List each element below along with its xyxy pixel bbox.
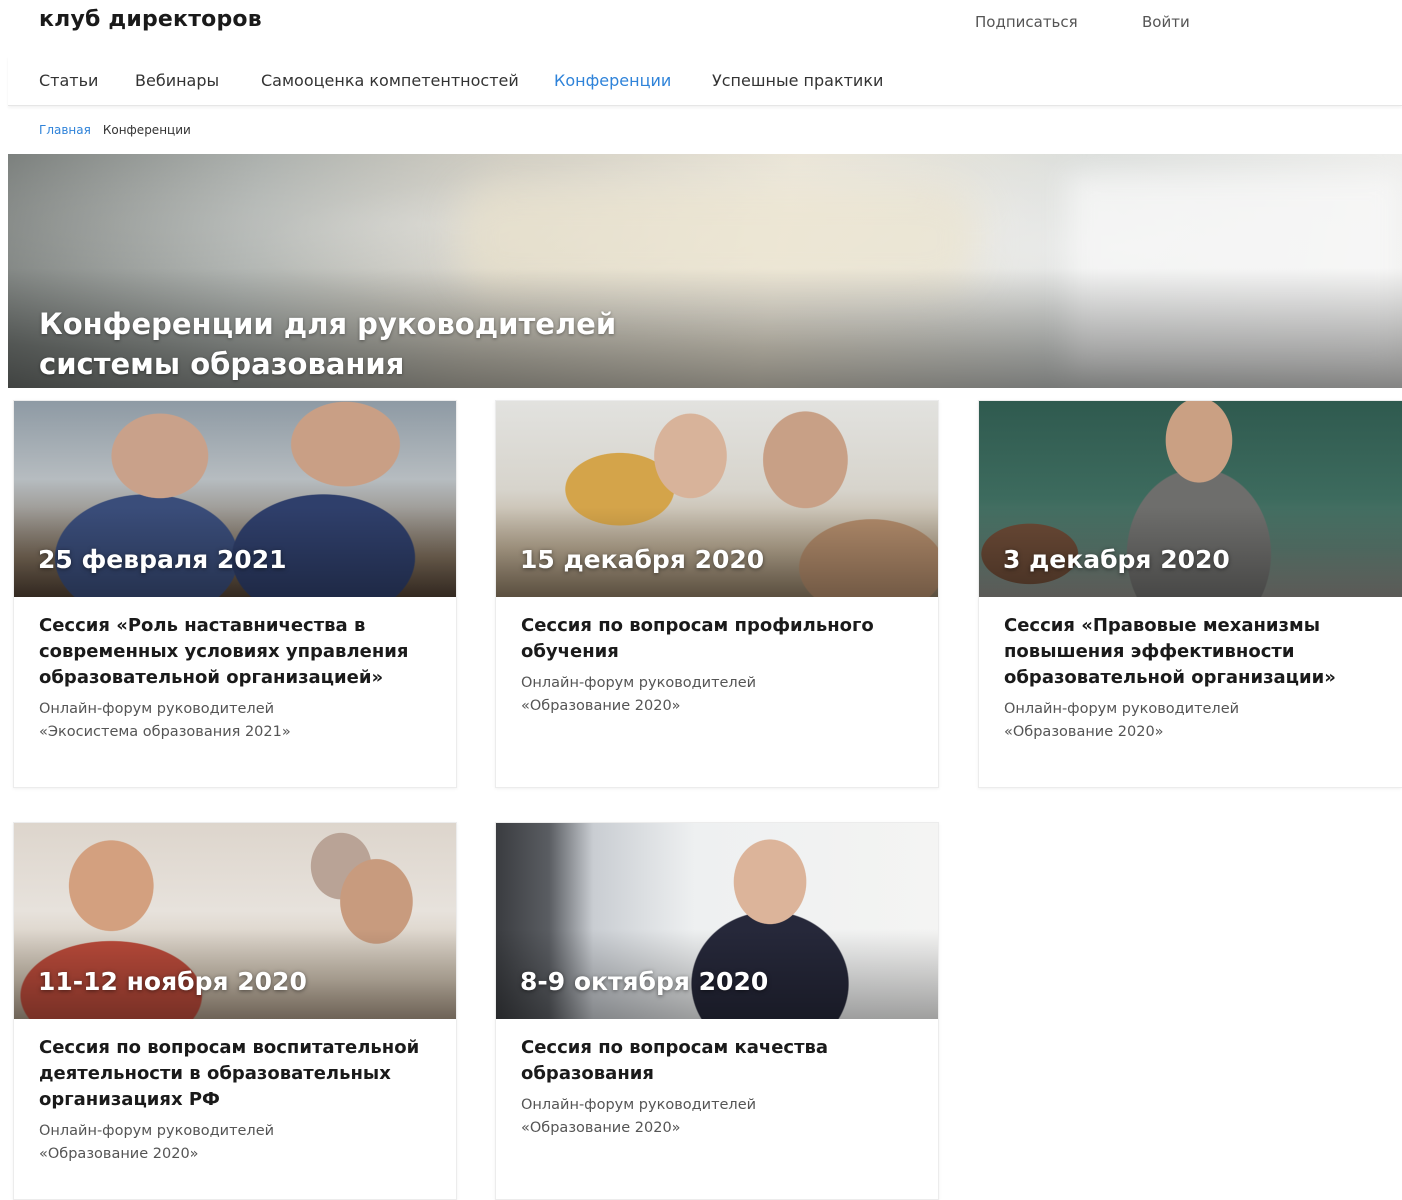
hero-title-line: системы образования xyxy=(39,347,405,381)
card-image: 15 декабря 2020 xyxy=(496,401,938,597)
card-subtitle: Онлайн-форум руководителей «Образование … xyxy=(1004,698,1378,744)
conference-card[interactable]: 8-9 октября 2020 Сессия по вопросам каче… xyxy=(495,822,939,1200)
site-header: клуб директоров Подписаться Войти xyxy=(0,0,1402,48)
card-image: 8-9 октября 2020 xyxy=(496,823,938,1019)
conference-card[interactable]: 15 декабря 2020 Сессия по вопросам профи… xyxy=(495,400,939,788)
nav-item-webinars[interactable]: Вебинары xyxy=(135,71,219,90)
hero-banner: Конференции для руководителей системы об… xyxy=(8,154,1402,388)
card-subtitle-line: Онлайн-форум руководителей xyxy=(521,1097,757,1113)
card-subtitle: Онлайн-форум руководителей «Экосистема о… xyxy=(39,698,432,744)
main-nav: Статьи Вебинары Самооценка компетентност… xyxy=(8,56,1402,106)
card-subtitle: Онлайн-форум руководителей «Образование … xyxy=(39,1120,432,1166)
card-image: 25 февраля 2021 xyxy=(14,401,456,597)
subscribe-link[interactable]: Подписаться xyxy=(975,13,1078,31)
card-date: 11-12 ноября 2020 xyxy=(38,967,307,996)
card-date: 15 декабря 2020 xyxy=(520,545,765,574)
card-title[interactable]: Сессия «Правовые механизмы повышения эфф… xyxy=(1004,613,1378,691)
conference-card[interactable]: 3 декабря 2020 Сессия «Правовые механизм… xyxy=(978,400,1402,788)
card-title[interactable]: Сессия по вопросам воспитательной деятел… xyxy=(39,1035,432,1113)
card-body: Сессия по вопросам качества образования … xyxy=(496,1019,938,1158)
breadcrumb-home-link[interactable]: Главная xyxy=(39,123,91,137)
card-title[interactable]: Сессия по вопросам качества образования xyxy=(521,1035,914,1087)
card-subtitle-line: Онлайн-форум руководителей xyxy=(1004,701,1240,717)
nav-item-articles[interactable]: Статьи xyxy=(39,71,98,90)
nav-item-best-practices[interactable]: Успешные практики xyxy=(712,71,883,90)
conference-card[interactable]: 25 февраля 2021 Сессия «Роль наставничес… xyxy=(13,400,457,788)
card-subtitle-line: «Образование 2020» xyxy=(521,1120,681,1136)
card-date: 25 февраля 2021 xyxy=(38,545,287,574)
card-title[interactable]: Сессия по вопросам профильного обучения xyxy=(521,613,914,665)
card-body: Сессия по вопросам профильного обучения … xyxy=(496,597,938,736)
card-subtitle-line: «Образование 2020» xyxy=(1004,724,1164,740)
card-subtitle-line: Онлайн-форум руководителей xyxy=(39,1123,275,1139)
breadcrumb: Главная Конференции xyxy=(39,123,191,137)
card-subtitle-line: Онлайн-форум руководителей xyxy=(39,701,275,717)
card-subtitle: Онлайн-форум руководителей «Образование … xyxy=(521,672,914,718)
card-subtitle-line: «Образование 2020» xyxy=(39,1146,199,1162)
nav-item-conferences[interactable]: Конференции xyxy=(554,71,671,90)
site-logo[interactable]: клуб директоров xyxy=(39,7,262,32)
card-subtitle: Онлайн-форум руководителей «Образование … xyxy=(521,1094,914,1140)
card-subtitle-line: «Образование 2020» xyxy=(521,698,681,714)
card-title[interactable]: Сессия «Роль наставничества в современны… xyxy=(39,613,432,691)
breadcrumb-current: Конференции xyxy=(102,123,191,137)
card-date: 8-9 октября 2020 xyxy=(520,967,769,996)
hero-title-line: Конференции для руководителей xyxy=(39,307,617,341)
card-body: Сессия «Роль наставничества в современны… xyxy=(14,597,456,762)
conference-card[interactable]: 11-12 ноября 2020 Сессия по вопросам вос… xyxy=(13,822,457,1200)
card-subtitle-line: Онлайн-форум руководителей xyxy=(521,675,757,691)
nav-item-self-assessment[interactable]: Самооценка компетентностей xyxy=(261,71,519,90)
card-image: 3 декабря 2020 xyxy=(979,401,1402,597)
card-body: Сессия по вопросам воспитательной деятел… xyxy=(14,1019,456,1184)
card-image: 11-12 ноября 2020 xyxy=(14,823,456,1019)
card-date: 3 декабря 2020 xyxy=(1003,545,1230,574)
hero-title: Конференции для руководителей системы об… xyxy=(39,304,739,384)
login-link[interactable]: Войти xyxy=(1142,13,1190,31)
card-subtitle-line: «Экосистема образования 2021» xyxy=(39,724,291,740)
card-body: Сессия «Правовые механизмы повышения эфф… xyxy=(979,597,1402,762)
